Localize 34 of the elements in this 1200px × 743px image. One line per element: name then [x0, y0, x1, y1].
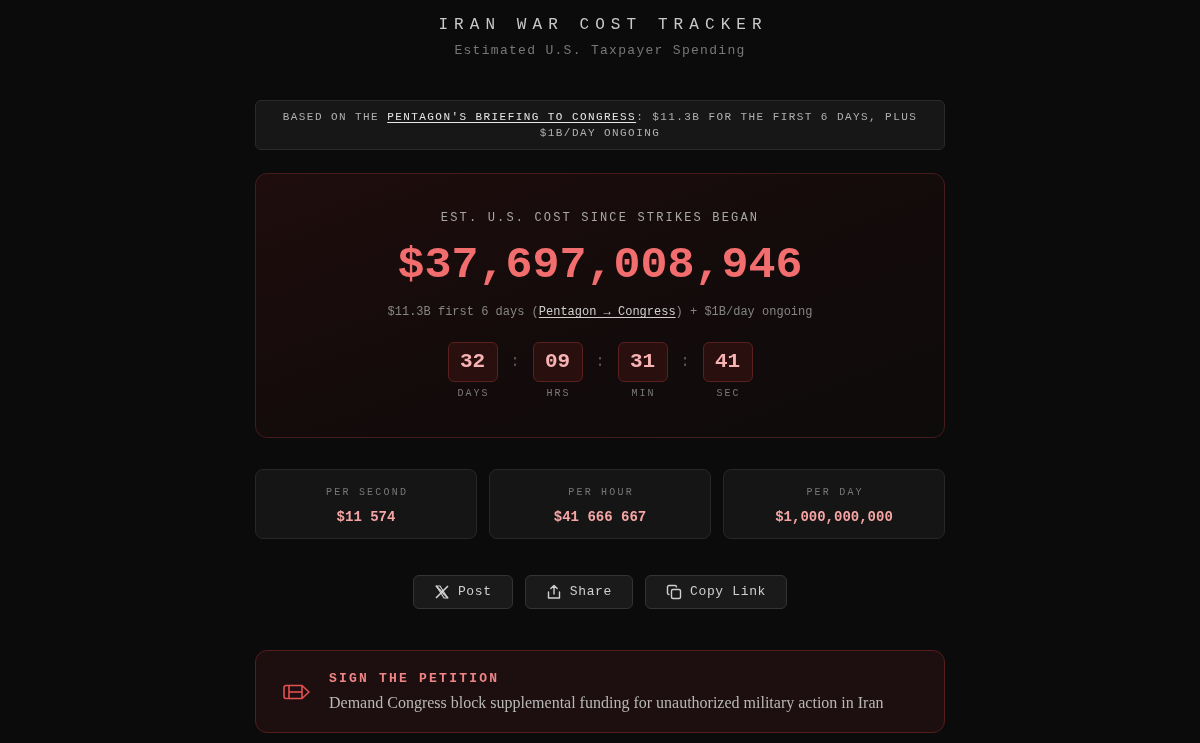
countdown-value: 41	[702, 342, 753, 382]
source-notice: BASED ON THE PENTAGON'S BRIEFING TO CONGRESS: $11.3B FOR THE FIRST 6 DAYS, PLUS $1B/DAY ONGOING	[281, 110, 919, 141]
countdown-unit: DAYS	[456, 388, 490, 400]
rate-label: PER SECOND	[325, 487, 409, 499]
countdown-unit: MIN	[630, 388, 656, 400]
page-subtitle: Estimated U.S. Taxpayer Spending	[454, 42, 746, 60]
countdown-value: 09	[532, 342, 583, 382]
countdown-separator: :	[680, 352, 690, 372]
rate-value: $1,000,000,000	[775, 508, 893, 527]
copy-icon	[666, 584, 682, 600]
share-button[interactable]: Share	[524, 575, 633, 609]
cost-total: $37,697,008,946	[397, 240, 803, 292]
x-button[interactable]: Post	[412, 575, 513, 609]
petition-description: Demand Congress block supplemental funding for unauthorized military action in Iran	[329, 692, 884, 714]
source-link[interactable]: Pentagon → Congress	[538, 305, 676, 319]
copy-button[interactable]: Copy Link	[645, 575, 788, 609]
cost-label: EST. U.S. COST SINCE STRIKES BEGAN	[440, 210, 760, 226]
page-title: IRAN WAR COST TRACKER	[437, 15, 768, 36]
countdown-separator: :	[595, 352, 605, 372]
briefing-link[interactable]: PENTAGON'S BRIEFING TO CONGRESS	[387, 111, 637, 123]
countdown-unit: HRS	[545, 388, 571, 400]
countdown-separator: :	[510, 352, 520, 372]
countdown-unit: SEC	[715, 388, 741, 400]
petition-card[interactable]: SIGN THE PETITION Demand Congress block supplemental funding for unauthorized military action in Iran	[255, 650, 945, 733]
rate-label: PER HOUR	[567, 487, 634, 499]
share-icon	[545, 584, 562, 600]
x-logo-icon	[433, 584, 450, 600]
rate-value: $11 574	[336, 508, 396, 527]
countdown-value: 32	[447, 342, 498, 382]
petition-title: SIGN THE PETITION	[329, 669, 501, 688]
rate-label: PER DAY	[805, 487, 864, 499]
rate-value: $41 666 667	[553, 508, 647, 527]
cost-note: $11.3B first 6 days (Pentagon → Congress) + $1B/day ongoing	[387, 304, 813, 320]
countdown-value: 31	[617, 342, 668, 382]
